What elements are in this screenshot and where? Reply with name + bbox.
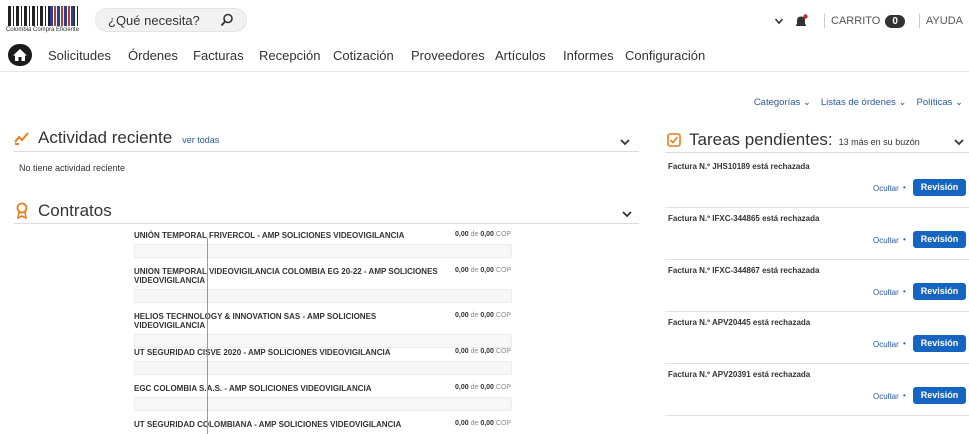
activity-icon: [14, 132, 29, 145]
contract-name[interactable]: UNION TEMPORAL VIDEOVIGILANCIA COLOMBIA …: [134, 267, 439, 285]
review-button[interactable]: Revisión: [913, 179, 966, 196]
logo-barcode-icon: [8, 6, 80, 26]
nav-item-recepcion[interactable]: Recepción: [259, 48, 320, 63]
task-title[interactable]: Factura N.º JHS10189 está rechazada: [668, 162, 810, 171]
secondary-menu: Categorías ⌄ Listas de órdenes ⌄ Polític…: [754, 97, 963, 108]
politicas-menu[interactable]: Políticas ⌄: [916, 97, 963, 108]
tasks-more-link[interactable]: 13 más en su buzón: [839, 137, 920, 147]
chevron-down-icon[interactable]: [774, 16, 784, 26]
contract-progress-bar: [134, 244, 512, 258]
contract-name[interactable]: UNIÓN TEMPORAL FRIVERCOL - AMP SOLICIONE…: [134, 231, 439, 240]
contract-amount: 0,00 de 0,00 COP: [455, 420, 512, 427]
contract-amount: 0,00 de 0,00 COP: [455, 312, 512, 319]
review-button[interactable]: Revisión: [913, 387, 966, 404]
contract-item[interactable]: EGC COLOMBIA S.A.S. - AMP SOLICIONES VID…: [134, 384, 512, 411]
contract-icon: [16, 202, 28, 220]
activity-header: Actividad reciente ver todas: [14, 127, 219, 149]
home-button[interactable]: [8, 44, 32, 66]
tasks-title: Tareas pendientes:: [689, 130, 833, 149]
task-title[interactable]: Factura N.º APV20445 está rechazada: [668, 318, 810, 327]
task-title[interactable]: Factura N.º APV20391 está rechazada: [668, 370, 810, 379]
contracts-header: Contratos: [14, 200, 112, 222]
hide-link[interactable]: Ocultar: [873, 184, 899, 193]
separator-dot: •: [903, 391, 906, 400]
task-item: Factura N.º IFXC-344867 está rechazada O…: [665, 260, 969, 312]
listas-ordenes-menu[interactable]: Listas de órdenes ⌄: [821, 97, 907, 108]
view-all-link[interactable]: ver todas: [182, 135, 219, 145]
categorias-menu[interactable]: Categorías ⌄: [754, 97, 811, 108]
task-title[interactable]: Factura N.º IFXC-344865 está rechazada: [668, 214, 819, 223]
contracts-collapse-icon[interactable]: [621, 208, 633, 220]
task-checkbox-icon: [667, 133, 681, 147]
contract-name[interactable]: EGC COLOMBIA S.A.S. - AMP SOLICIONES VID…: [134, 384, 439, 393]
contract-name[interactable]: UT SEGURIDAD COLOMBIANA - AMP SOLICIONES…: [134, 420, 439, 429]
contract-item[interactable]: HELIOS TECHNOLOGY & INNOVATION SAS - AMP…: [134, 312, 512, 348]
contract-name[interactable]: HELIOS TECHNOLOGY & INNOVATION SAS - AMP…: [134, 312, 439, 330]
contract-amount: 0,00 de 0,00 COP: [455, 384, 512, 391]
divider: [14, 151, 639, 152]
contract-item[interactable]: UNION TEMPORAL VIDEOVIGILANCIA COLOMBIA …: [134, 267, 512, 303]
review-button[interactable]: Revisión: [913, 231, 966, 248]
contract-item[interactable]: UT SEGURIDAD COLOMBIANA - AMP SOLICIONES…: [134, 420, 512, 429]
contract-item[interactable]: UNIÓN TEMPORAL FRIVERCOL - AMP SOLICIONE…: [134, 231, 512, 258]
empty-activity-text: No tiene actividad reciente: [19, 163, 126, 173]
divider: [824, 14, 826, 28]
divider: [14, 223, 639, 224]
user-area: CARRITO 0 AYUDA: [774, 12, 963, 30]
task-item: Factura N.º IFXC-344865 está rechazada O…: [665, 208, 969, 260]
bell-icon[interactable]: [794, 14, 808, 28]
search-input[interactable]: [96, 9, 216, 31]
nav-item-facturas[interactable]: Facturas: [193, 48, 244, 63]
help-link[interactable]: AYUDA: [926, 15, 963, 27]
cart-link[interactable]: CARRITO: [831, 15, 880, 27]
hide-link[interactable]: Ocultar: [873, 340, 899, 349]
task-item: Factura N.º APV20391 está rechazada Ocul…: [665, 364, 969, 416]
task-title[interactable]: Factura N.º IFXC-344867 está rechazada: [668, 266, 819, 275]
contract-progress-bar: [134, 397, 512, 411]
contracts-title: Contratos: [38, 201, 112, 220]
home-icon: [13, 49, 27, 61]
separator-dot: •: [903, 339, 906, 348]
separator-dot: •: [903, 235, 906, 244]
contract-name[interactable]: UT SEGURIDAD CISVE 2020 - AMP SOLICIONES…: [134, 348, 439, 357]
search-icon[interactable]: [220, 13, 234, 27]
contract-progress-bar: [134, 361, 512, 375]
contract-amount: 0,00 de 0,00 COP: [455, 348, 512, 355]
logo-caption: Colombia Compra Eficiente: [6, 27, 80, 33]
logo[interactable]: Colombia Compra Eficiente: [6, 4, 86, 38]
nav-item-ordenes[interactable]: Órdenes: [128, 48, 178, 63]
nav-item-proveedores[interactable]: Proveedores: [411, 48, 485, 63]
activity-title: Actividad reciente: [38, 128, 173, 147]
tasks-header: Tareas pendientes: 13 más en su buzón: [667, 128, 920, 152]
contract-amount: 0,00 de 0,00 COP: [455, 267, 512, 274]
hide-link[interactable]: Ocultar: [873, 288, 899, 297]
nav-item-solicitudes[interactable]: Solicitudes: [48, 48, 111, 63]
task-item: Factura N.º APV20445 está rechazada Ocul…: [665, 312, 969, 364]
review-button[interactable]: Revisión: [913, 283, 966, 300]
nav-item-articulos[interactable]: Artículos: [495, 48, 546, 63]
nav-item-configuracion[interactable]: Configuración: [625, 48, 705, 63]
contract-amount: 0,00 de 0,00 COP: [455, 231, 512, 238]
text-cursor-line: [207, 238, 208, 434]
top-bar: Colombia Compra Eficiente CARRITO 0 AYUD…: [0, 0, 969, 42]
contract-progress-bar: [134, 289, 512, 303]
separator-dot: •: [903, 183, 906, 192]
nav-item-informes[interactable]: Informes: [563, 48, 614, 63]
task-item: Factura N.º JHS10189 está rechazada Ocul…: [665, 156, 969, 208]
contract-item[interactable]: UT SEGURIDAD CISVE 2020 - AMP SOLICIONES…: [134, 348, 512, 375]
contract-progress-bar: [134, 334, 512, 348]
nav-item-cotizacion[interactable]: Cotización: [333, 48, 394, 63]
cart-count-badge: 0: [885, 14, 905, 28]
tasks-collapse-icon[interactable]: [953, 136, 965, 148]
main-nav: Solicitudes Órdenes Facturas Recepción C…: [0, 42, 969, 72]
divider: [665, 152, 969, 153]
search-box[interactable]: [95, 8, 247, 32]
hide-link[interactable]: Ocultar: [873, 236, 899, 245]
hide-link[interactable]: Ocultar: [873, 392, 899, 401]
review-button[interactable]: Revisión: [913, 335, 966, 352]
activity-collapse-icon[interactable]: [619, 136, 631, 148]
divider: [918, 14, 920, 28]
separator-dot: •: [903, 287, 906, 296]
